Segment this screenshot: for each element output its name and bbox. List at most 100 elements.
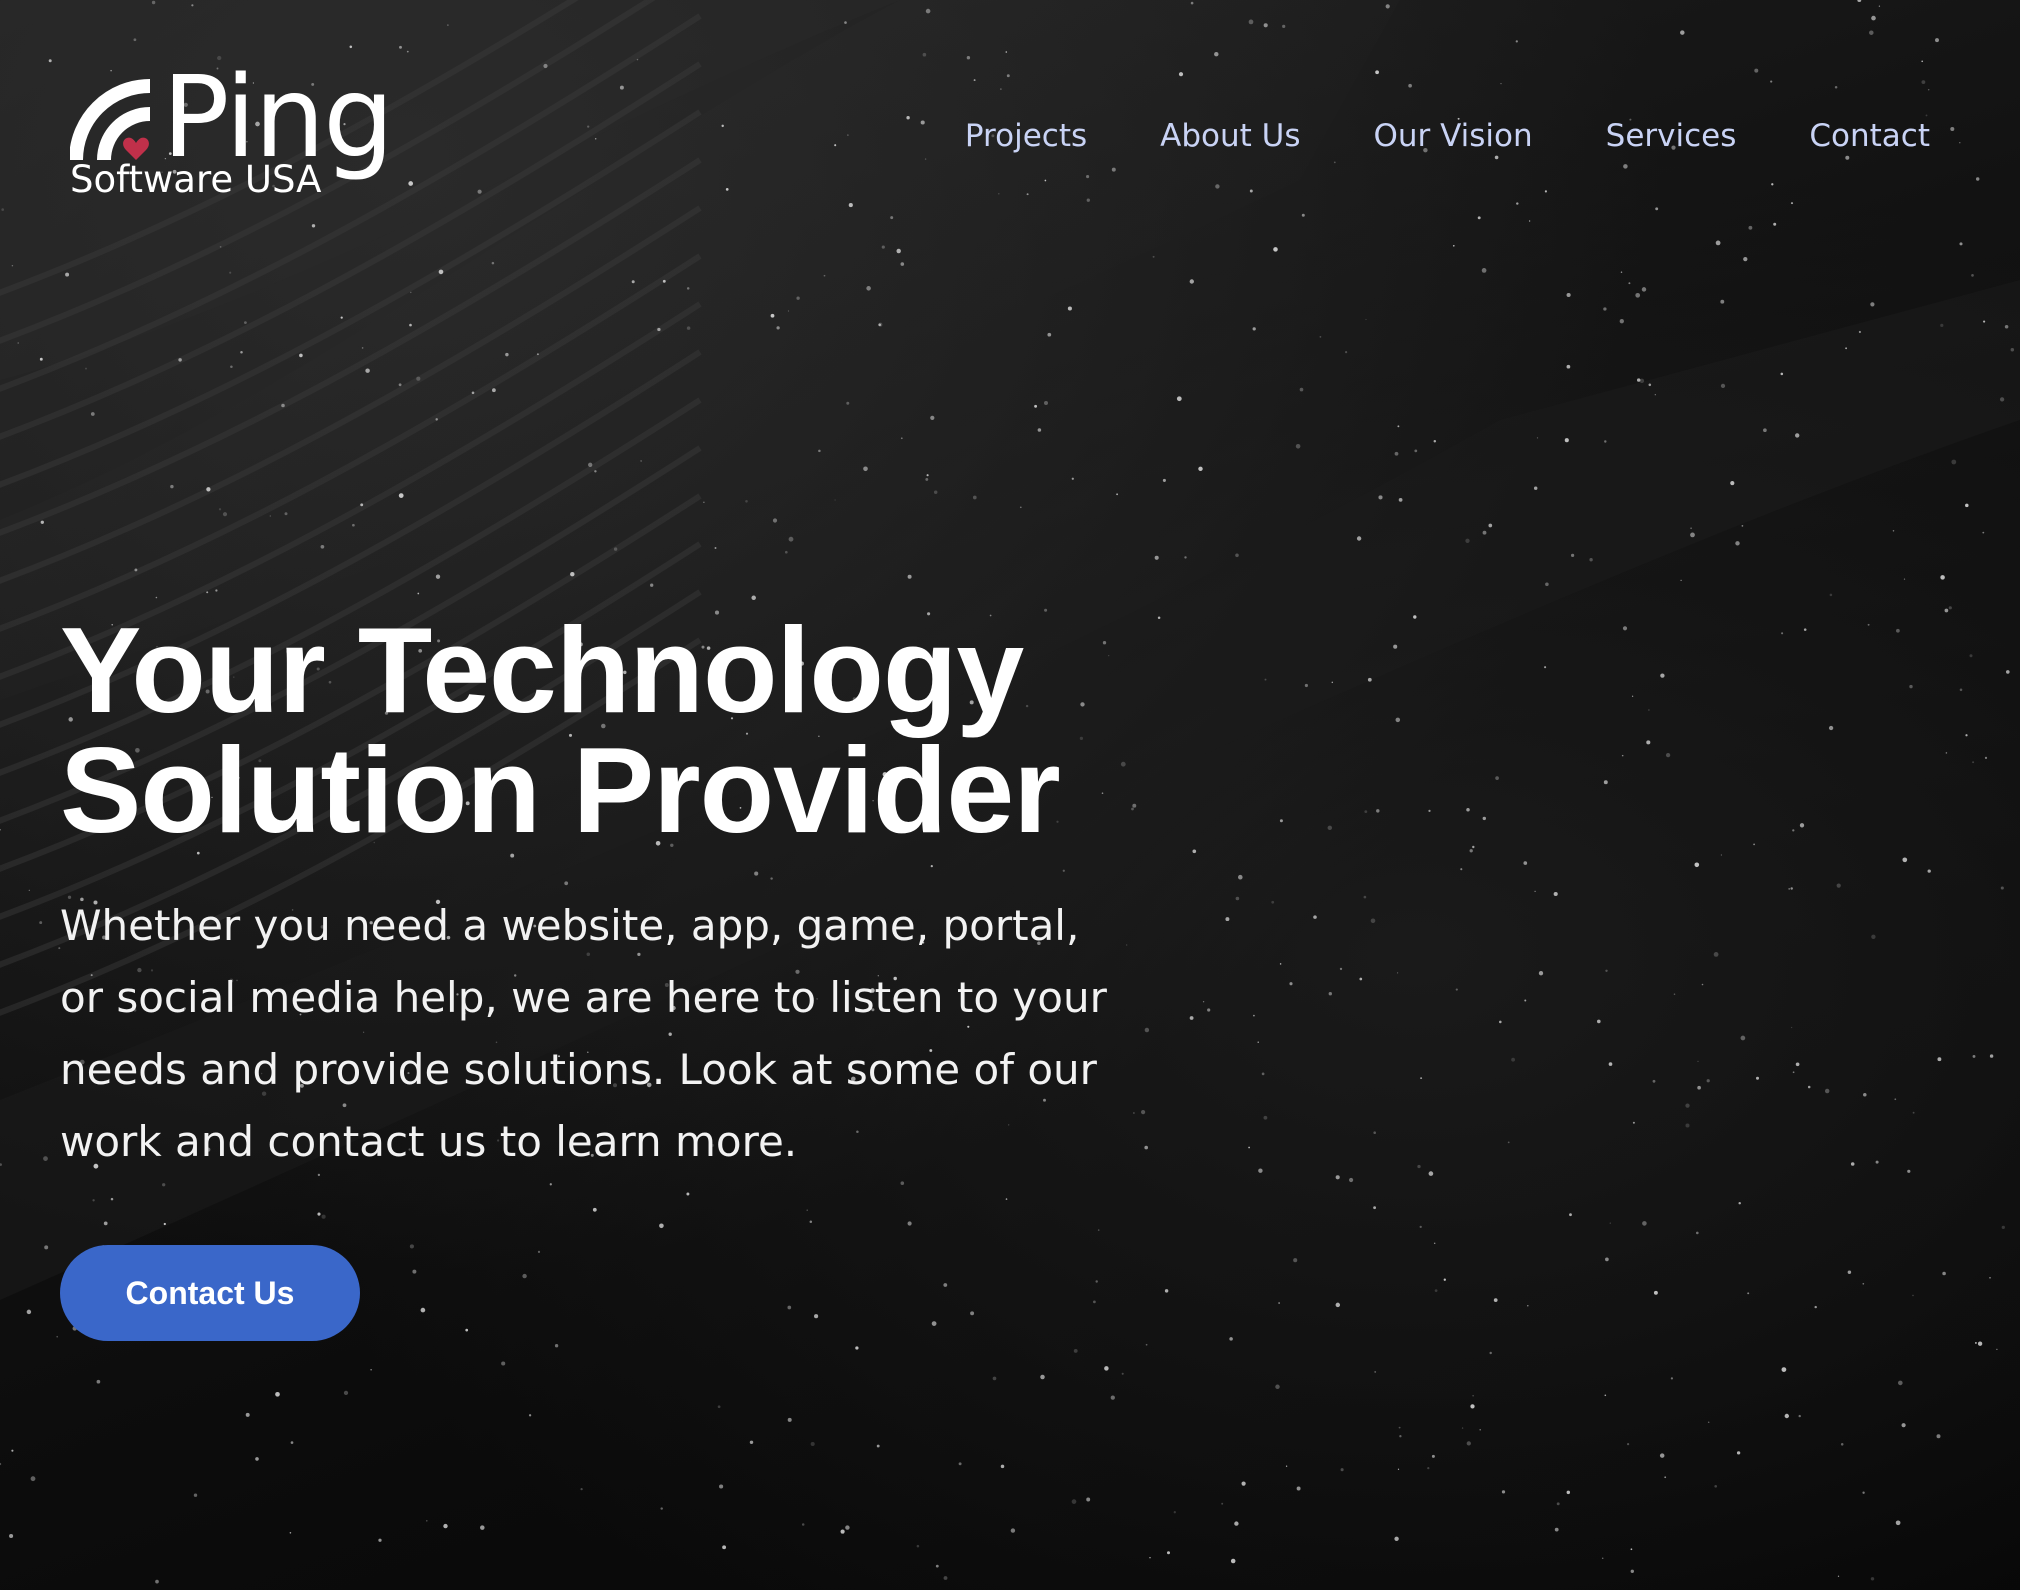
sand-grain [1927, 869, 1931, 873]
sand-grain [1824, 1088, 1830, 1094]
sand-grain [343, 1390, 349, 1396]
sand-grain [1609, 1222, 1611, 1224]
sand-grain [549, 1183, 552, 1186]
sand-grain [85, 367, 87, 370]
sand-grain [1652, 1079, 1656, 1083]
nav-link-projects[interactable]: Projects [965, 118, 1087, 154]
sand-grain [1747, 1292, 1750, 1295]
sand-grain [1603, 780, 1608, 785]
sand-grain [1907, 1169, 1911, 1173]
sand-grain [1639, 378, 1645, 384]
sand-grain [1479, 1429, 1481, 1431]
sand-grain [1989, 1054, 1994, 1058]
sand-grain [1720, 299, 1725, 304]
sand-grain [592, 1207, 597, 1212]
sand-grain [289, 1532, 292, 1534]
sand-grain [1339, 967, 1343, 971]
sand-grain [1665, 752, 1671, 758]
sand-grain [1356, 536, 1362, 541]
sand-grain [1936, 1434, 1941, 1439]
sand-grain [1396, 972, 1399, 974]
sand-grain [409, 323, 412, 327]
sand-grain [1248, 1146, 1250, 1149]
nav-link-services[interactable]: Services [1606, 118, 1737, 154]
sand-grain [1043, 400, 1049, 406]
sand-grain [1894, 1098, 1897, 1101]
sand-grain [39, 921, 43, 925]
sand-grain [1394, 1536, 1399, 1542]
sand-grain [1328, 992, 1332, 996]
sand-grain [650, 583, 654, 587]
sand-grain [907, 1221, 912, 1226]
main-nav: Projects About Us Our Vision Services Co… [965, 118, 1930, 154]
sand-grain [17, 342, 19, 344]
sand-grain [9, 1533, 14, 1539]
sand-grain [1648, 383, 1652, 387]
sand-grain [1086, 1497, 1091, 1502]
sand-grain [361, 347, 364, 349]
sand-grain [840, 1529, 845, 1534]
sand-grain [1875, 1160, 1879, 1164]
sand-grain [1225, 917, 1230, 922]
sand-grain [1589, 558, 1593, 562]
sand-grain [1285, 1465, 1288, 1467]
sand-grain [1189, 279, 1194, 284]
sand-grain [613, 547, 618, 551]
sand-grain [410, 291, 412, 294]
sand-grain [900, 262, 905, 266]
sand-grain [1781, 632, 1784, 635]
sand-grain [745, 500, 748, 503]
sand-grain [1902, 857, 1908, 863]
sand-grain [352, 523, 355, 527]
sand-grain [1569, 1213, 1572, 1217]
sand-grain [219, 246, 222, 248]
sand-grain [245, 1412, 250, 1417]
sand-grain [370, 1369, 372, 1371]
sand-grain [926, 474, 929, 477]
sand-grain [823, 274, 826, 277]
sand-grain [1349, 1177, 1354, 1183]
brand-tagline: Software USA [70, 158, 322, 201]
sand-grain [1630, 1569, 1634, 1573]
sand-grain [554, 1344, 559, 1348]
sand-grain [1434, 1289, 1438, 1292]
nav-link-about-us[interactable]: About Us [1160, 118, 1300, 154]
sand-grain [1566, 1490, 1571, 1495]
sand-grain [1034, 404, 1038, 408]
sand-grain [255, 1457, 259, 1461]
sand-grain [1690, 532, 1695, 538]
sand-grain [1499, 1020, 1502, 1024]
sand-grain [1482, 530, 1487, 535]
sand-grain [1417, 1164, 1421, 1169]
sand-grain [412, 1269, 417, 1274]
sand-grain [1845, 347, 1847, 350]
sand-grain [1836, 883, 1841, 888]
sand-grain [1641, 287, 1647, 292]
contact-us-button[interactable]: Contact Us [60, 1245, 360, 1341]
hero-section: Your Technology Solution Provider Whethe… [60, 609, 1160, 1178]
sand-grain [659, 1223, 664, 1229]
sand-grain [570, 571, 575, 577]
sand-grain [1145, 1343, 1148, 1346]
sand-grain [878, 323, 882, 327]
sand-grain [1974, 1341, 1977, 1344]
sand-grain [1829, 593, 1833, 597]
sand-grain [1538, 971, 1544, 976]
sand-grain [1596, 1019, 1601, 1024]
sand-grain [662, 279, 666, 283]
sand-grain [1753, 843, 1755, 846]
sand-grain [1604, 1394, 1607, 1397]
sand-grain [92, 1199, 95, 1202]
sand-grain [972, 495, 977, 500]
sand-grain [1646, 740, 1651, 745]
nav-link-our-vision[interactable]: Our Vision [1373, 118, 1532, 154]
sand-grain [1601, 1557, 1604, 1560]
ping-logo[interactable]: Ping Software USA [70, 58, 410, 202]
sand-grain [640, 460, 642, 462]
sand-grain [788, 536, 794, 542]
sand-grain [1570, 553, 1575, 558]
sand-grain [1620, 271, 1623, 273]
nav-link-contact[interactable]: Contact [1809, 118, 1930, 154]
sand-grain [1374, 1370, 1377, 1373]
sand-grain [686, 1192, 690, 1196]
